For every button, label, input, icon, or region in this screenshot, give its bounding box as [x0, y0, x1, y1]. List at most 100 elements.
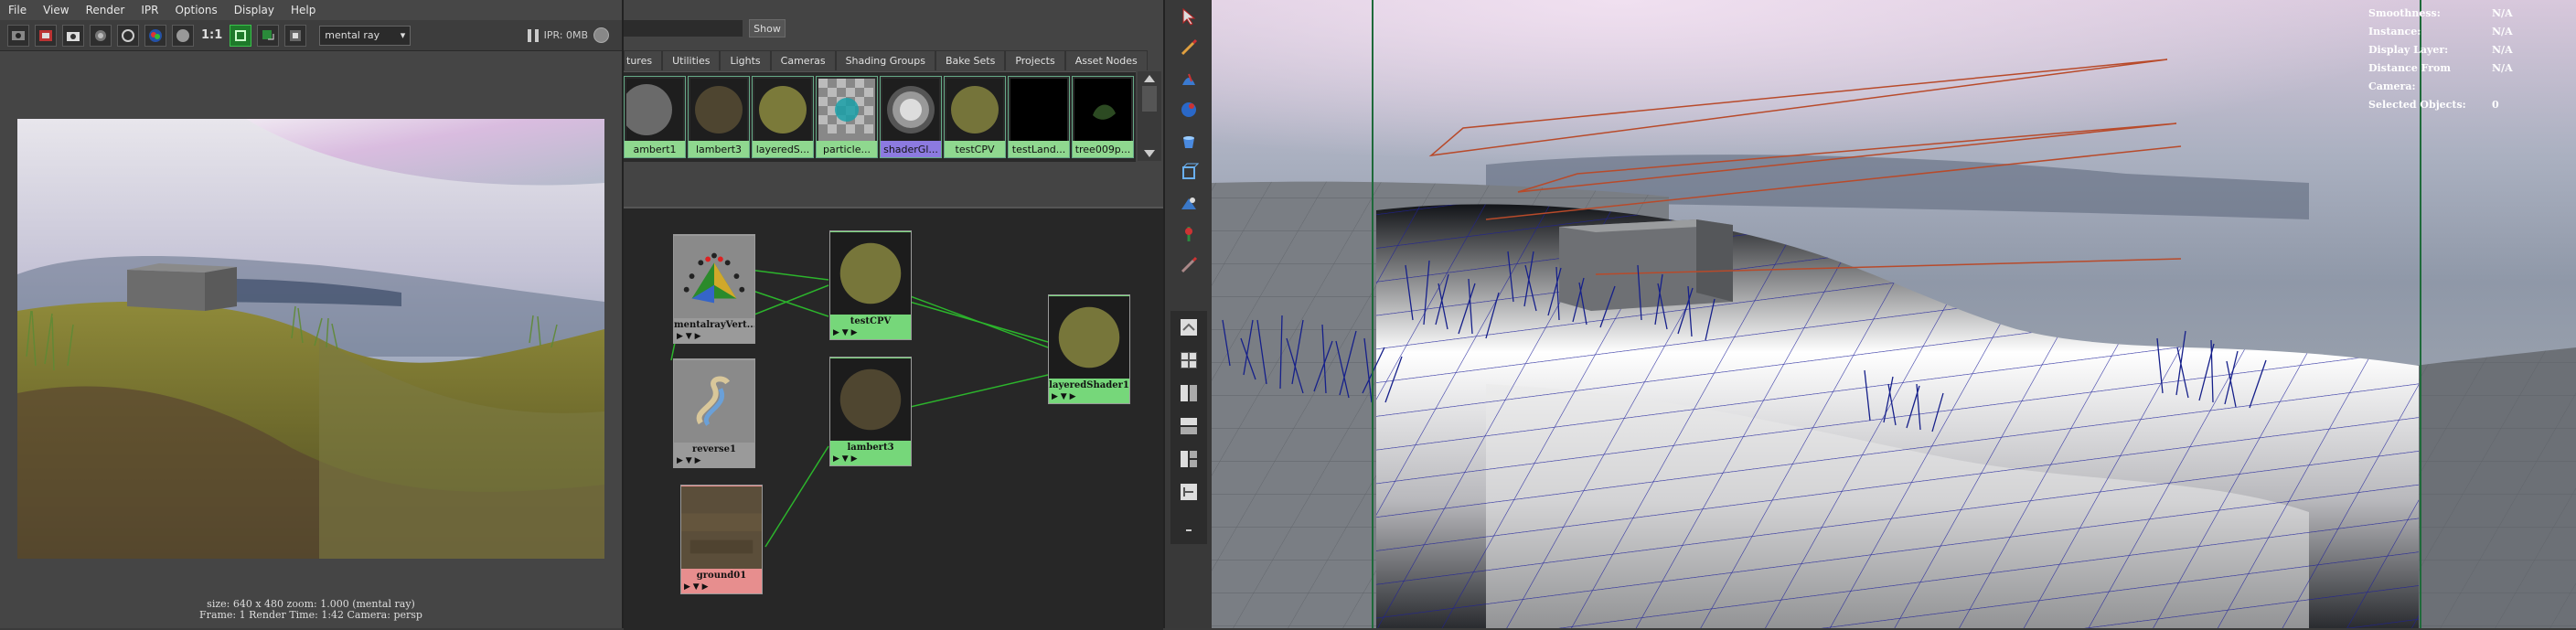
paint-brush-icon[interactable] — [1176, 35, 1202, 60]
hud-key: Instance: — [2368, 26, 2421, 37]
hud-key: Smoothness: — [2368, 7, 2441, 19]
swatch-layered-shader[interactable]: layeredS... — [752, 76, 814, 158]
brush-icon[interactable] — [1176, 252, 1202, 278]
node-testcpv[interactable]: testCPV ▶ ▼ ▶ — [829, 230, 912, 340]
node-label: lambert3 — [847, 443, 894, 453]
more-icon[interactable] — [1176, 518, 1202, 543]
node-lambert3[interactable]: lambert3 ▶ ▼ ▶ — [829, 357, 912, 466]
sculpt-icon[interactable] — [1176, 66, 1202, 91]
render-view-window: File View Render IPR Options Display Hel… — [0, 0, 624, 628]
refresh-icon[interactable] — [117, 24, 139, 47]
layout-four-icon[interactable] — [1176, 347, 1202, 373]
bucket-icon[interactable] — [1176, 128, 1202, 154]
swatch-particle[interactable]: particle... — [816, 76, 878, 158]
swatch-label: shaderGl... — [881, 141, 941, 157]
layout-split-icon[interactable] — [1176, 446, 1202, 472]
snapshot-icon[interactable] — [62, 24, 84, 47]
layout-two-icon[interactable] — [1176, 380, 1202, 406]
move-icon[interactable] — [1176, 190, 1202, 216]
real-size-button[interactable]: 1:1 — [199, 25, 224, 47]
node-ports[interactable]: ▶ ▼ ▶ — [1049, 392, 1129, 403]
swatches-scrollbar[interactable] — [1138, 71, 1161, 161]
swatch-testcpv[interactable]: testCPV — [944, 76, 1006, 158]
node-label: mentalrayVert... — [674, 320, 754, 330]
tool-shelf — [1163, 0, 1213, 628]
menu-options[interactable]: Options — [166, 4, 225, 16]
menu-help[interactable]: Help — [283, 4, 324, 16]
grass-sphere-icon — [754, 79, 811, 141]
menu-display[interactable]: Display — [226, 4, 283, 16]
node-ports[interactable]: ▶ ▼ ▶ — [830, 454, 911, 465]
node-ports[interactable]: ▶ ▼ ▶ — [674, 332, 754, 343]
menu-view[interactable]: View — [35, 4, 77, 16]
sphere-icon[interactable] — [1176, 97, 1202, 123]
node-ports[interactable]: ▶ ▼ ▶ — [681, 582, 762, 593]
rendered-image — [17, 119, 604, 559]
hud-row-distance: Distance From Camera: N/A — [2368, 59, 2513, 96]
node-reverse1[interactable]: reverse1 ▶ ▼ ▶ — [673, 358, 755, 468]
show-button[interactable]: Show — [749, 19, 786, 37]
tab-lights[interactable]: Lights — [720, 50, 771, 70]
cube-icon[interactable] — [1176, 159, 1202, 185]
swatch-shader-glow[interactable]: shaderGl... — [880, 76, 942, 158]
layout-tree-icon[interactable] — [1176, 479, 1202, 505]
hud-value: 0 — [2492, 99, 2499, 111]
rgb-channels-icon[interactable] — [144, 24, 166, 47]
swatch-lambert1[interactable]: ambert1 — [624, 76, 686, 158]
swatch-label: layeredS... — [753, 141, 813, 157]
tab-textures[interactable]: tures — [624, 50, 663, 70]
renderer-dropdown[interactable]: mental ray ▾ — [319, 25, 412, 46]
paint-effects-icon[interactable] — [1176, 221, 1202, 247]
tab-projects[interactable]: Projects — [1005, 50, 1065, 70]
hud-key: Distance From Camera: — [2368, 62, 2452, 92]
remove-image-icon[interactable] — [257, 24, 280, 47]
tab-asset-nodes[interactable]: Asset Nodes — [1064, 50, 1148, 70]
hud-key: Display Layer: — [2368, 44, 2449, 56]
redo-render-icon[interactable] — [7, 24, 29, 47]
node-ports[interactable]: ▶ ▼ ▶ — [674, 456, 754, 467]
node-layered-shader1[interactable]: layeredShader1 ▶ ▼ ▶ — [1048, 294, 1130, 404]
tab-cameras[interactable]: Cameras — [770, 50, 836, 70]
hud-row-display-layer: Display Layer: N/A — [2368, 41, 2513, 59]
render-settings-icon[interactable] — [284, 24, 307, 47]
node-ports[interactable]: ▶ ▼ ▶ — [830, 328, 911, 339]
tab-bake-sets[interactable]: Bake Sets — [935, 50, 1006, 70]
render-region-icon[interactable] — [35, 24, 57, 47]
swatch-label: ambert1 — [625, 141, 685, 157]
layout-stack-icon[interactable] — [1176, 413, 1202, 439]
hud-value: N/A — [2492, 7, 2513, 19]
tab-shading-groups[interactable]: Shading Groups — [835, 50, 935, 70]
render-frame-time-camera: Frame: 1 Render Time: 1:42 Camera: persp — [199, 609, 422, 621]
hud-value: N/A — [2492, 44, 2513, 56]
hud-row-selected: Selected Objects: 0 — [2368, 96, 2513, 114]
swatch-label: tree009p... — [1073, 141, 1133, 157]
grass-sphere-icon — [946, 79, 1003, 141]
keep-image-icon[interactable] — [230, 24, 252, 47]
layout-single-icon[interactable] — [1176, 315, 1202, 340]
render-info: size: 640 x 480 zoom: 1.000 (mental ray)… — [0, 599, 622, 621]
menu-file[interactable]: File — [0, 4, 35, 16]
ipr-render-icon[interactable] — [90, 24, 112, 47]
select-arrow-icon[interactable] — [1176, 4, 1202, 29]
node-graph[interactable]: mentalrayVert... ▶ ▼ ▶ reverse1 ▶ ▼ ▶ gr… — [624, 207, 1163, 630]
menu-ipr[interactable]: IPR — [133, 4, 166, 16]
alpha-channel-icon[interactable] — [172, 24, 194, 47]
tab-utilities[interactable]: Utilities — [662, 50, 721, 70]
swatch-test-landscape[interactable]: testLand... — [1008, 76, 1070, 158]
material-swatches: ambert1 lambert3 layeredS... particle...… — [624, 71, 1136, 162]
scroll-up-icon[interactable] — [1144, 75, 1155, 82]
pause-icon[interactable] — [527, 28, 539, 42]
grass-sphere-icon — [830, 232, 911, 315]
swatch-lambert3[interactable]: lambert3 — [688, 76, 750, 158]
swatch-tree009[interactable]: tree009p... — [1072, 76, 1134, 158]
render-view-menubar: File View Render IPR Options Display Hel… — [0, 0, 622, 20]
node-ground01[interactable]: ground01 ▶ ▼ ▶ — [680, 485, 763, 594]
scroll-thumb[interactable] — [1142, 86, 1157, 112]
scroll-down-icon[interactable] — [1144, 150, 1155, 157]
node-label: reverse1 — [691, 444, 737, 454]
ipr-stop-icon[interactable] — [593, 27, 609, 43]
menu-render[interactable]: Render — [78, 4, 134, 16]
node-mentalray-vertex-colors[interactable]: mentalrayVert... ▶ ▼ ▶ — [673, 234, 755, 344]
search-field[interactable] — [624, 20, 743, 37]
node-label: ground01 — [696, 571, 747, 581]
